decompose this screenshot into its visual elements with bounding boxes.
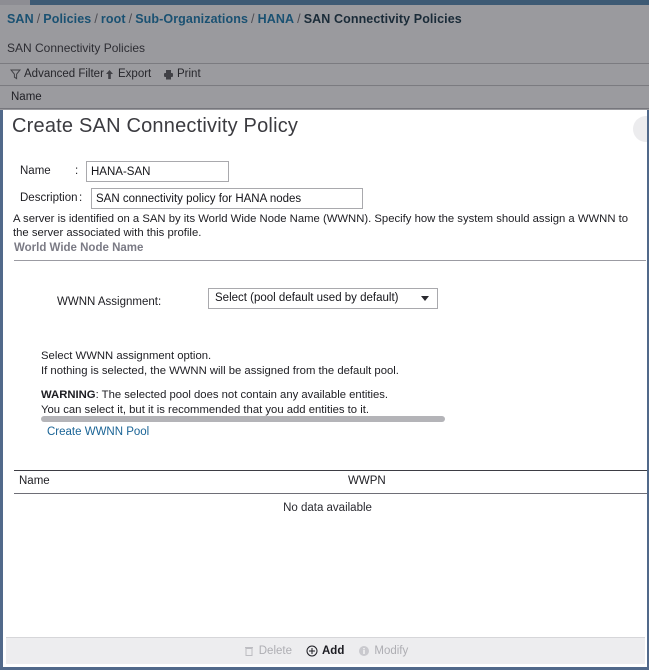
table-column-header-name[interactable]: Name: [19, 475, 50, 487]
create-san-connectivity-policy-dialog: Create SAN Connectivity Policy Name : De…: [0, 110, 649, 670]
breadcrumb-item-policies[interactable]: Policies: [43, 12, 91, 26]
column-header-name[interactable]: Name: [11, 91, 42, 103]
plus-circle-icon: [306, 645, 318, 657]
add-label: Add: [322, 645, 345, 657]
breadcrumb-item-san-connectivity-policies: SAN Connectivity Policies: [303, 12, 462, 26]
trash-icon: [243, 645, 255, 657]
wwnn-notes: Select WWNN assignment option. If nothin…: [41, 349, 399, 418]
breadcrumb-item-sub-organizations[interactable]: Sub-Organizations: [135, 12, 248, 26]
info-circle-icon: [358, 645, 370, 657]
page-title: SAN Connectivity Policies: [7, 41, 146, 55]
advanced-filter-label: Advanced Filter: [24, 68, 104, 80]
breadcrumb-separator: /: [36, 12, 41, 26]
chevron-down-icon: [421, 296, 429, 301]
horizontal-scrollbar[interactable]: [41, 416, 445, 422]
dialog-action-bar: Delete Add Modify: [6, 637, 645, 664]
advanced-filter-button[interactable]: Advanced Filter: [10, 68, 104, 80]
delete-label: Delete: [258, 645, 292, 657]
wwnn-assignment-select[interactable]: Select (pool default used by default): [208, 288, 438, 309]
warning-text: : The selected pool does not contain any…: [95, 389, 389, 401]
name-input[interactable]: [86, 161, 229, 182]
section-heading-world-wide-node-name: World Wide Node Name: [14, 242, 144, 254]
breadcrumb-separator: /: [251, 12, 255, 26]
breadcrumb-item-san[interactable]: SAN: [7, 12, 34, 26]
description-field-label: Description: [20, 192, 78, 204]
upload-arrow-icon: [104, 69, 115, 80]
modify-label: Modify: [374, 645, 409, 657]
wwnn-note-line-2: If nothing is selected, the WWNN will be…: [41, 365, 399, 377]
create-wwnn-pool-link[interactable]: Create WWNN Pool: [47, 426, 149, 438]
table-empty-message: No data available: [283, 502, 372, 514]
funnel-icon: [10, 69, 21, 80]
application-window: SAN / Policies / root / Sub-Organizations / HANA…: [0, 0, 649, 670]
description-input[interactable]: [91, 188, 363, 209]
dialog-title: Create SAN Connectivity Policy: [12, 115, 299, 137]
breadcrumb: SAN / Policies / root / Sub-Organizations / HANA…: [7, 12, 462, 26]
export-button[interactable]: Export: [104, 68, 151, 80]
wwnn-assignment-selected-value: Select (pool default used by default): [215, 292, 399, 304]
breadcrumb-separator: /: [297, 12, 301, 26]
warning-label: WARNING: [41, 389, 96, 401]
close-icon[interactable]: [633, 116, 647, 142]
print-label: Print: [177, 68, 201, 80]
list-toolbar: Advanced Filter Export Print: [0, 63, 649, 86]
breadcrumb-separator: /: [128, 12, 133, 26]
section-divider: [14, 260, 646, 261]
add-button[interactable]: Add: [306, 645, 344, 657]
wwnn-note-line-1: Select WWNN assignment option.: [41, 350, 212, 362]
wwnn-helper-text: A server is identified on a SAN by its W…: [13, 213, 629, 239]
name-field-colon: :: [75, 165, 79, 177]
wwnn-warning-line-1: WARNING: The selected pool does not cont…: [41, 388, 399, 403]
delete-button[interactable]: Delete: [243, 645, 292, 657]
description-field-colon: :: [79, 192, 83, 204]
modify-button[interactable]: Modify: [358, 645, 408, 657]
printer-icon: [163, 69, 174, 80]
breadcrumb-bar: SAN / Policies / root / Sub-Organizations / HANA…: [0, 5, 649, 38]
note-spacer: [41, 379, 399, 388]
name-field-label: Name: [20, 165, 51, 177]
vhba-table-header: Name WWPN: [14, 471, 647, 494]
breadcrumb-separator: /: [94, 12, 98, 26]
list-column-header: Name: [0, 87, 649, 109]
print-button[interactable]: Print: [163, 68, 201, 80]
wwnn-assignment-label: WWNN Assignment:: [57, 296, 162, 308]
table-column-header-wwpn[interactable]: WWPN: [348, 475, 386, 487]
breadcrumb-item-hana[interactable]: HANA: [258, 12, 295, 26]
export-label: Export: [118, 68, 152, 80]
breadcrumb-item-root[interactable]: root: [101, 12, 126, 26]
